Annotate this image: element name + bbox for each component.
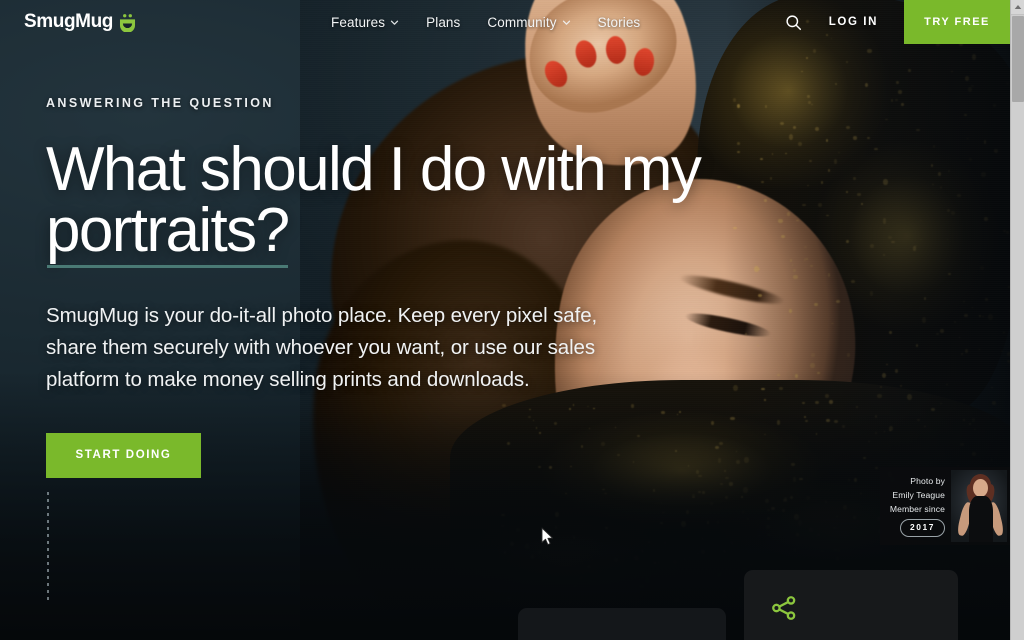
- hero-subhead: SmugMug is your do-it-all photo place. K…: [46, 303, 598, 392]
- member-since-label: Member since: [889, 504, 945, 515]
- headline-line-2: portraits?: [46, 195, 290, 265]
- scrollbar-up-button[interactable]: [1011, 0, 1024, 15]
- nav-item-features[interactable]: Features: [331, 15, 399, 30]
- bottom-card-left[interactable]: [518, 608, 726, 640]
- scrollbar-thumb[interactable]: [1012, 16, 1024, 102]
- nav-item-plans[interactable]: Plans: [426, 15, 460, 30]
- bottom-card-right[interactable]: [744, 570, 958, 640]
- photo-credit-badge[interactable]: Photo by Emily Teague Member since 2017: [880, 467, 1010, 545]
- nav-item-stories[interactable]: Stories: [598, 15, 641, 30]
- page-title: What should I do with my portraits?: [46, 139, 706, 268]
- try-free-button[interactable]: TRY FREE: [904, 0, 1010, 44]
- logo-text: SmugMug: [24, 11, 114, 32]
- photographer-avatar: [951, 470, 1007, 542]
- nav-item-community[interactable]: Community: [487, 15, 570, 30]
- nav-label: Stories: [597, 14, 641, 30]
- chevron-down-icon: [562, 20, 570, 25]
- site-header: SmugMug Features Plans Community Stories…: [0, 0, 1010, 44]
- hero-eyebrow: ANSWERING THE QUESTION: [46, 96, 274, 110]
- login-link[interactable]: LOG IN: [829, 16, 878, 28]
- search-icon: [786, 14, 802, 30]
- logo[interactable]: SmugMug: [24, 11, 137, 33]
- share-icon[interactable]: [770, 594, 798, 622]
- search-button[interactable]: [781, 9, 807, 35]
- headline-underline: [47, 264, 288, 268]
- avatar-head: [973, 479, 988, 497]
- chevron-down-icon: [390, 20, 399, 25]
- start-doing-button[interactable]: START DOING: [46, 432, 201, 478]
- photographer-name: Emily Teague: [892, 490, 945, 501]
- mouse-cursor: [541, 527, 553, 546]
- nav-label: Plans: [426, 14, 461, 30]
- scrollbar[interactable]: [1010, 0, 1024, 640]
- page-root: SmugMug Features Plans Community Stories…: [0, 0, 1024, 640]
- nav-label: Features: [331, 14, 386, 30]
- chevron-up-icon: [1014, 5, 1022, 9]
- headline-line-2-wrap: portraits?: [46, 199, 290, 268]
- smugmug-smiley-icon: [120, 13, 136, 32]
- headline-line-1: What should I do with my: [46, 135, 702, 204]
- hero-content: ANSWERING THE QUESTION What should I do …: [46, 96, 706, 478]
- header-actions: LOG IN TRY FREE: [781, 0, 1010, 44]
- photo-credit-text: Photo by Emily Teague Member since 2017: [880, 475, 951, 537]
- main-navigation: Features Plans Community Stories: [331, 15, 640, 30]
- left-dashed-rail: [47, 492, 49, 600]
- member-since-year: 2017: [899, 519, 945, 537]
- avatar-body: [969, 496, 993, 542]
- nav-label: Community: [487, 14, 557, 30]
- photo-by-label: Photo by: [910, 476, 945, 487]
